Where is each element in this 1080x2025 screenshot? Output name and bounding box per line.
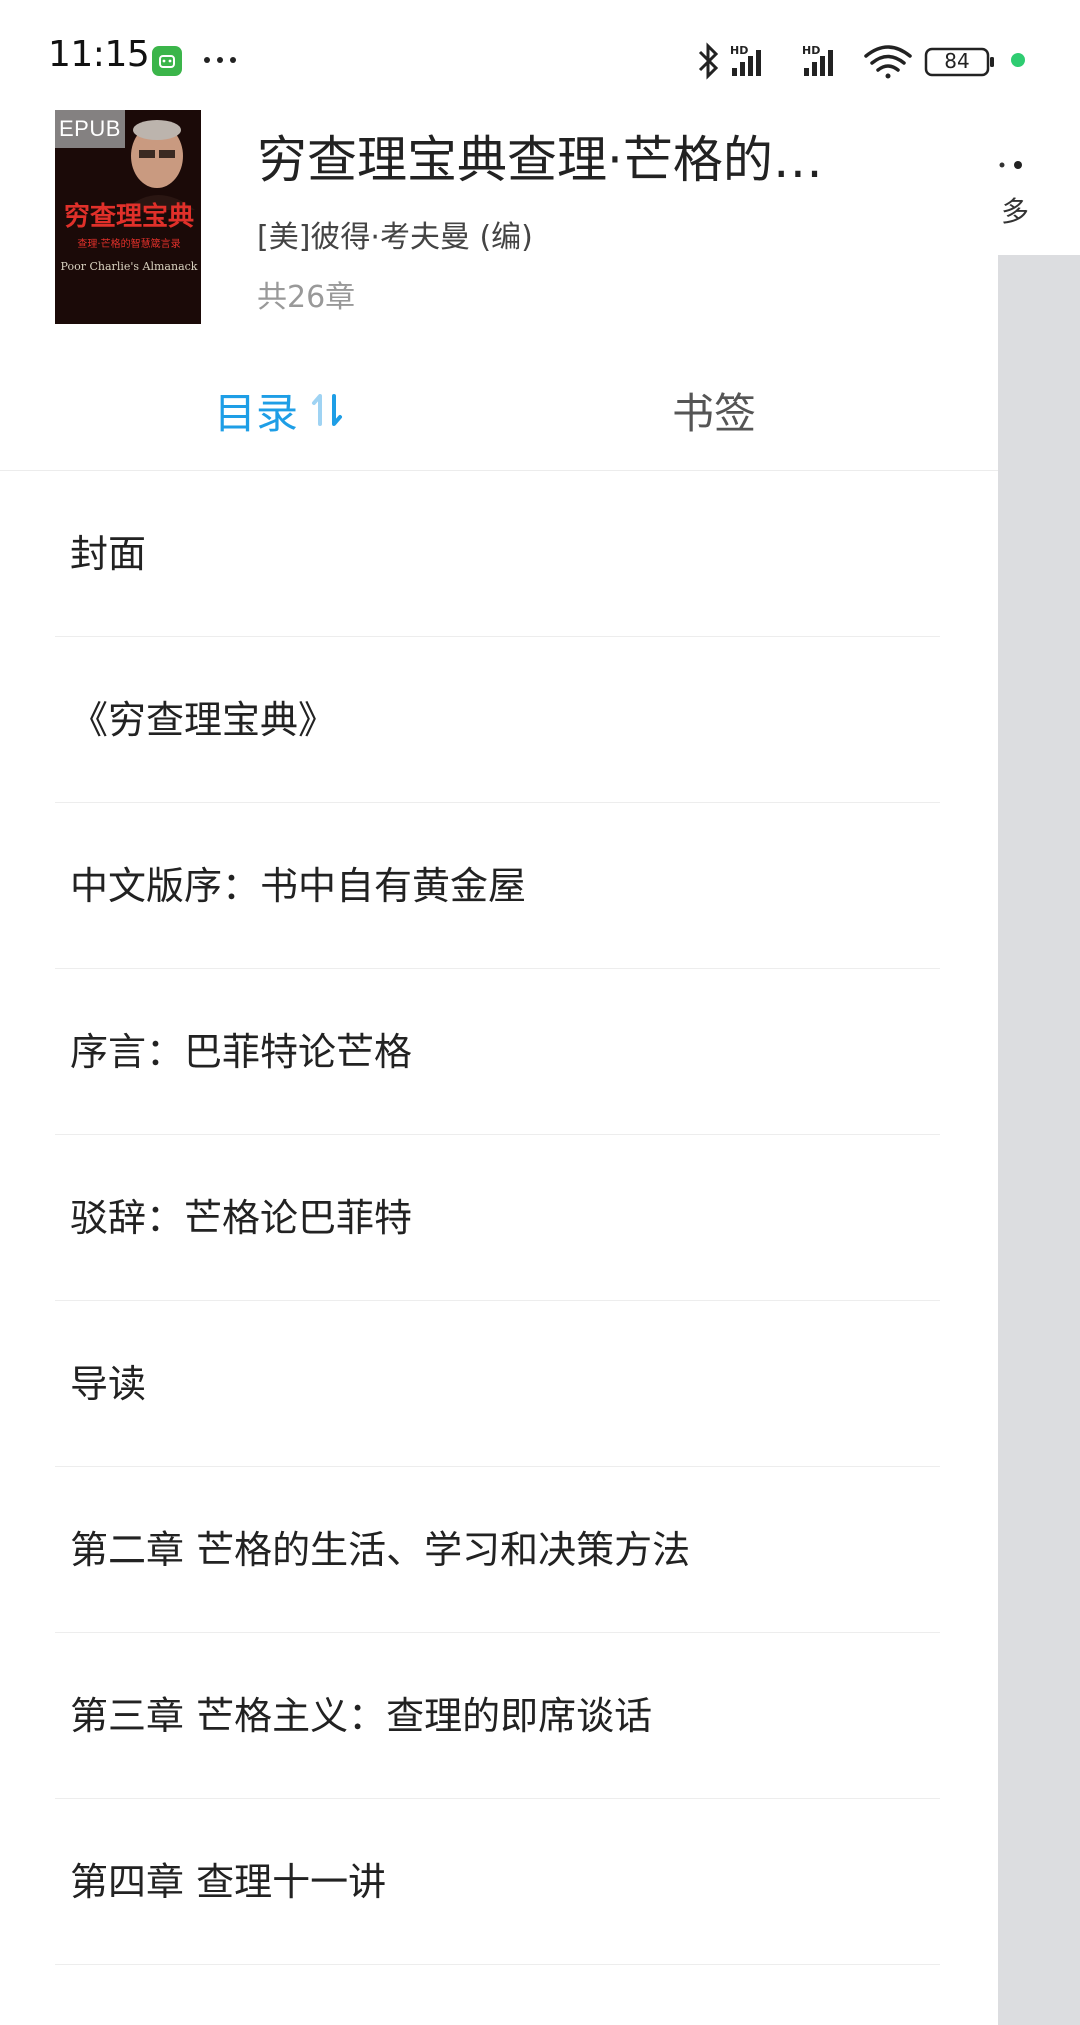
cover-subtitle: 查理·芒格的智慧箴言录 bbox=[77, 239, 181, 250]
sort-order-icon[interactable] bbox=[308, 390, 348, 430]
toc-item[interactable]: 导读 bbox=[0, 1301, 998, 1467]
book-cover[interactable]: EPUB 穷查理宝典 查理·芒格的智慧箴言录 Poor Charlie's Al… bbox=[55, 110, 201, 324]
toc-item[interactable]: 第三章 芒格主义：查理的即席谈话 bbox=[0, 1633, 998, 1799]
toc-item[interactable]: 《穷查理宝典》 bbox=[0, 637, 998, 803]
status-time: 11:15 bbox=[48, 34, 150, 75]
tab-toc-label: 目录 bbox=[214, 388, 299, 438]
toc-item[interactable]: 序言：巴菲特论芒格 bbox=[0, 969, 998, 1135]
toc-item[interactable]: 中文版序：书中自有黄金屋 bbox=[0, 803, 998, 969]
toc-item-label: 中文版序：书中自有黄金屋 bbox=[70, 864, 527, 908]
toc-item-label: 驳辞：芒格论巴菲特 bbox=[70, 1196, 413, 1240]
more-dots-icon bbox=[999, 161, 1022, 169]
toc-item-label: 序言：巴菲特论芒格 bbox=[70, 1030, 413, 1074]
svg-text:HD: HD bbox=[802, 44, 820, 57]
toc-item-label: 《穷查理宝典》 bbox=[70, 698, 337, 742]
tab-bookmarks[interactable]: 书签 bbox=[672, 378, 756, 442]
toc-drawer: 11:15 HD HD 84 EPUB 穷查理宝典 查理·芒格的智慧箴言录 Po… bbox=[0, 0, 1025, 2025]
peek-label: 多 bbox=[1000, 195, 1029, 228]
cover-english-title: Poor Charlie's Almanack bbox=[60, 260, 198, 273]
format-badge: EPUB bbox=[55, 110, 125, 148]
chapter-count: 共26章 bbox=[257, 280, 356, 315]
toc-item[interactable]: 第二章 芒格的生活、学习和决策方法 bbox=[0, 1467, 998, 1633]
background-page-peek[interactable]: 多 bbox=[998, 0, 1080, 2025]
toc-item[interactable]: 第四章 查理十一讲 bbox=[0, 1799, 998, 1965]
green-dot-icon bbox=[1011, 53, 1025, 67]
bluetooth-icon bbox=[698, 42, 719, 80]
hd-signal-icon: HD bbox=[730, 44, 761, 76]
toc-item[interactable]: 驳辞：芒格论巴菲特 bbox=[0, 1135, 998, 1301]
svg-text:HD: HD bbox=[730, 44, 748, 57]
hd-signal-icon: HD bbox=[802, 44, 833, 76]
book-title: 穷查理宝典查理·芒格的… bbox=[257, 131, 823, 189]
tab-toc[interactable]: 目录 bbox=[214, 378, 348, 442]
wifi-icon bbox=[864, 45, 912, 79]
cover-title: 穷查理宝典 bbox=[63, 202, 194, 232]
toc-item-label: 导读 bbox=[70, 1362, 147, 1406]
status-bar: 11:15 HD HD 84 bbox=[0, 0, 1080, 110]
battery-level: 84 bbox=[944, 49, 970, 73]
toc-item-label: 第二章 芒格的生活、学习和决策方法 bbox=[70, 1528, 691, 1572]
toc-item-label: 第三章 芒格主义：查理的即席谈话 bbox=[70, 1694, 653, 1738]
toc-item[interactable]: 封面 bbox=[0, 471, 998, 637]
peek-content-area bbox=[998, 255, 1080, 2025]
book-author: [美]彼得·考夫曼 (编) bbox=[257, 220, 533, 255]
more-notifications-icon bbox=[204, 57, 236, 63]
toc-item-label: 第四章 查理十一讲 bbox=[70, 1860, 387, 1904]
tab-bookmarks-label: 书签 bbox=[672, 388, 757, 438]
toc-item-label: 封面 bbox=[70, 532, 147, 576]
app-notification-icon bbox=[152, 46, 182, 76]
divider bbox=[55, 1964, 940, 1965]
